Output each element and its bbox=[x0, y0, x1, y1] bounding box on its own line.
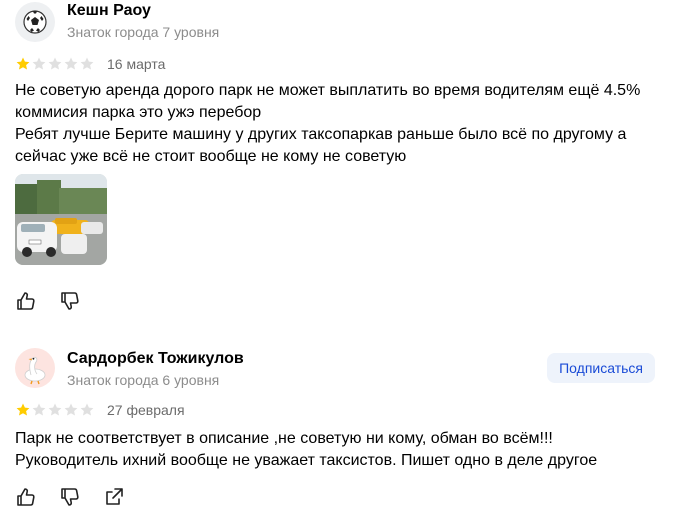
author-avatar[interactable] bbox=[15, 2, 55, 42]
review-text-line: коммисия парка это ужэ перебор bbox=[15, 104, 262, 121]
author-name[interactable]: Сардорбек Тожикулов bbox=[67, 350, 244, 368]
star-filled-icon bbox=[16, 403, 30, 416]
review-date: 16 марта bbox=[107, 56, 166, 72]
review-text-line: сейчас уже всё не стоит вообще не кому н… bbox=[15, 148, 407, 165]
review-photo[interactable] bbox=[15, 174, 107, 265]
review-date: 27 февраля bbox=[107, 402, 185, 418]
author-level: Знаток города 6 уровня bbox=[67, 372, 220, 388]
soccer-ball-icon bbox=[23, 10, 47, 34]
review-text-line: Не советую аренда дорого парк не может в… bbox=[15, 82, 641, 99]
rating-stars: 16 марта bbox=[15, 56, 165, 72]
subscribe-button[interactable]: Подписаться bbox=[547, 353, 655, 383]
like-icon[interactable] bbox=[15, 290, 37, 312]
rating-stars: 27 февраля bbox=[15, 402, 185, 418]
share-icon[interactable] bbox=[103, 486, 125, 508]
author-level: Знаток города 7 уровня bbox=[67, 24, 220, 40]
review-actions bbox=[15, 486, 147, 508]
dislike-icon[interactable] bbox=[59, 486, 81, 508]
star-filled-icon bbox=[16, 57, 30, 70]
review-text: Парк не соответствует в описание ,не сов… bbox=[15, 428, 655, 472]
review-text-line: Руководитель ихний вообще не уважает так… bbox=[15, 452, 598, 469]
star-empty-icon bbox=[80, 403, 94, 416]
taxi-parking-photo bbox=[15, 174, 107, 265]
star-empty-icon bbox=[80, 57, 94, 70]
review-text-line: Ребят лучше Берите машину у других таксо… bbox=[15, 126, 627, 143]
review-text: Не советую аренда дорого парк не может в… bbox=[15, 80, 655, 168]
reviews-page: Кешн Раоу Знаток города 7 уровня 16 март… bbox=[0, 0, 673, 528]
like-icon[interactable] bbox=[15, 486, 37, 508]
star-empty-icon bbox=[32, 57, 46, 70]
author-name[interactable]: Кешн Раоу bbox=[67, 2, 151, 20]
star-empty-icon bbox=[32, 403, 46, 416]
star-empty-icon bbox=[64, 403, 78, 416]
review-actions bbox=[15, 290, 103, 312]
author-avatar[interactable] bbox=[15, 348, 55, 388]
goose-icon bbox=[24, 356, 46, 385]
star-empty-icon bbox=[48, 57, 62, 70]
dislike-icon[interactable] bbox=[59, 290, 81, 312]
review-text-line: Парк не соответствует в описание ,не сов… bbox=[15, 430, 553, 447]
star-empty-icon bbox=[64, 57, 78, 70]
star-empty-icon bbox=[48, 403, 62, 416]
